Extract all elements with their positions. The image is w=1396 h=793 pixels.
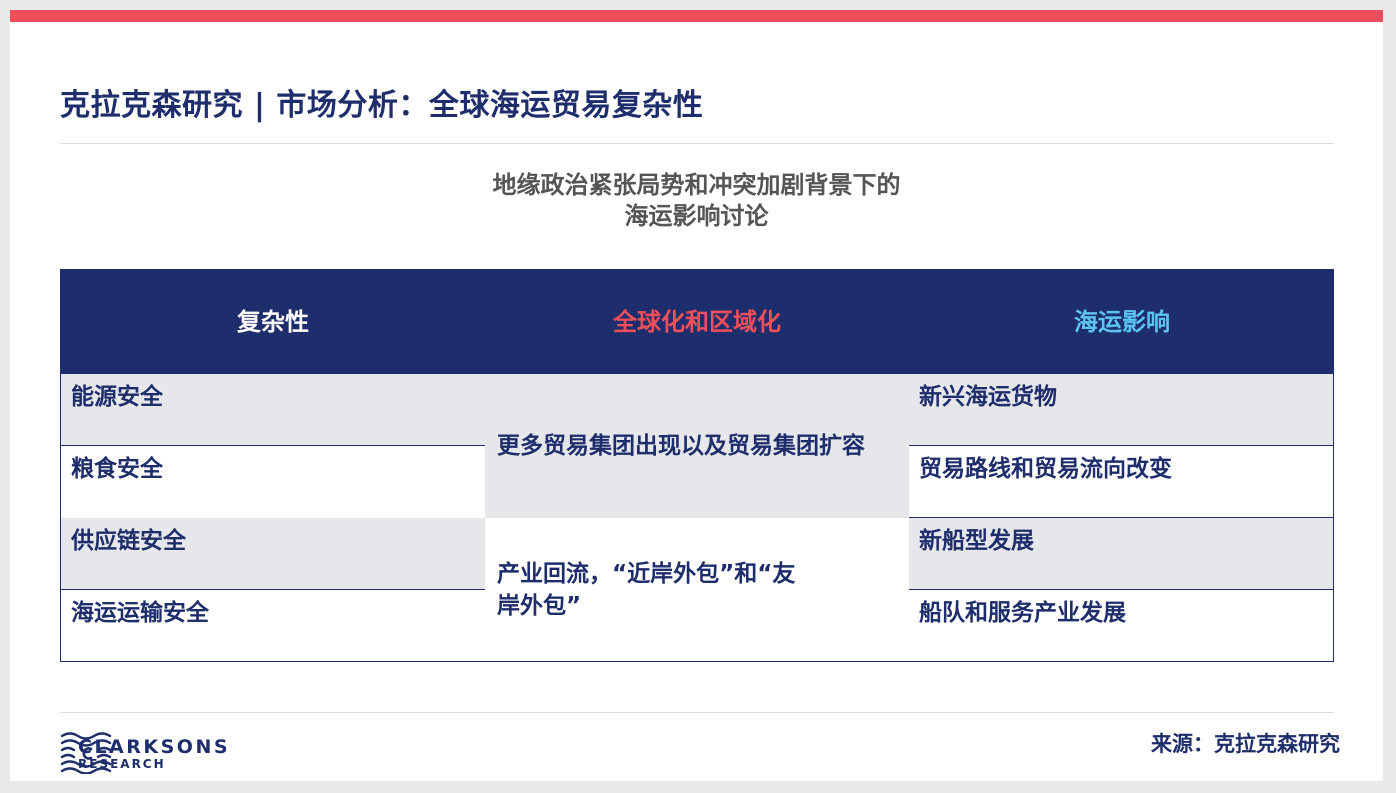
impact-cell-fleet-services: 船队和服务产业发展 xyxy=(919,600,1126,626)
logo-wordmark-research: RESEARCH xyxy=(78,757,166,771)
impact-cell-new-cargo: 新兴海运货物 xyxy=(909,374,1333,446)
globalization-text-reshoring: 产业回流，“近岸外包”和“友岸外包” xyxy=(497,561,796,619)
globalization-text-trade-blocs: 更多贸易集团出现以及贸易集团扩容 xyxy=(497,433,865,459)
header-shipping-impact: 海运影响 xyxy=(1074,308,1170,336)
impact-cell-new-ship-types: 新船型发展 xyxy=(909,518,1333,590)
globalization-cell-trade-blocs: 更多贸易集团出现以及贸易集团扩容 xyxy=(485,374,909,518)
header-complexity: 复杂性 xyxy=(237,308,309,336)
page-title: 克拉克森研究 | 市场分析：全球海运贸易复杂性 xyxy=(60,88,704,123)
complexity-cell-food: 粮食安全 xyxy=(71,456,163,482)
complexity-cell-supply-chain: 供应链安全 xyxy=(61,518,485,590)
complexity-cell-maritime-transport: 海运运输安全 xyxy=(71,600,209,626)
logo-wordmark-clarksons: CLARKSONS xyxy=(78,736,231,758)
impact-cell-trade-routes: 贸易路线和贸易流向改变 xyxy=(909,446,1333,518)
top-accent-bar xyxy=(10,10,1383,22)
slide: 克拉克森研究 | 市场分析：全球海运贸易复杂性 地缘政治紧张局势和冲突加剧背景下… xyxy=(10,10,1383,781)
subtitle-line-1: 地缘政治紧张局势和冲突加剧背景下的 xyxy=(492,171,901,199)
complexity-cell-energy: 能源安全 xyxy=(61,374,485,446)
table-header-row: 复杂性 全球化和区域化 海运影响 xyxy=(61,270,1333,374)
header-globalization: 全球化和区域化 xyxy=(613,308,781,336)
subtitle-line-2: 海运影响讨论 xyxy=(624,202,769,230)
source-note: 来源：克拉克森研究 xyxy=(1151,732,1340,756)
title-divider xyxy=(60,143,1334,144)
complexity-matrix-table: 复杂性 全球化和区域化 海运影响 能源安全 粮食安全 供应链安全 海运运输安全 … xyxy=(60,269,1334,662)
globalization-cell-reshoring: 产业回流，“近岸外包”和“友岸外包” xyxy=(485,518,909,662)
subtitle: 地缘政治紧张局势和冲突加剧背景下的 海运影响讨论 xyxy=(10,170,1383,232)
footer-divider xyxy=(60,712,1334,713)
